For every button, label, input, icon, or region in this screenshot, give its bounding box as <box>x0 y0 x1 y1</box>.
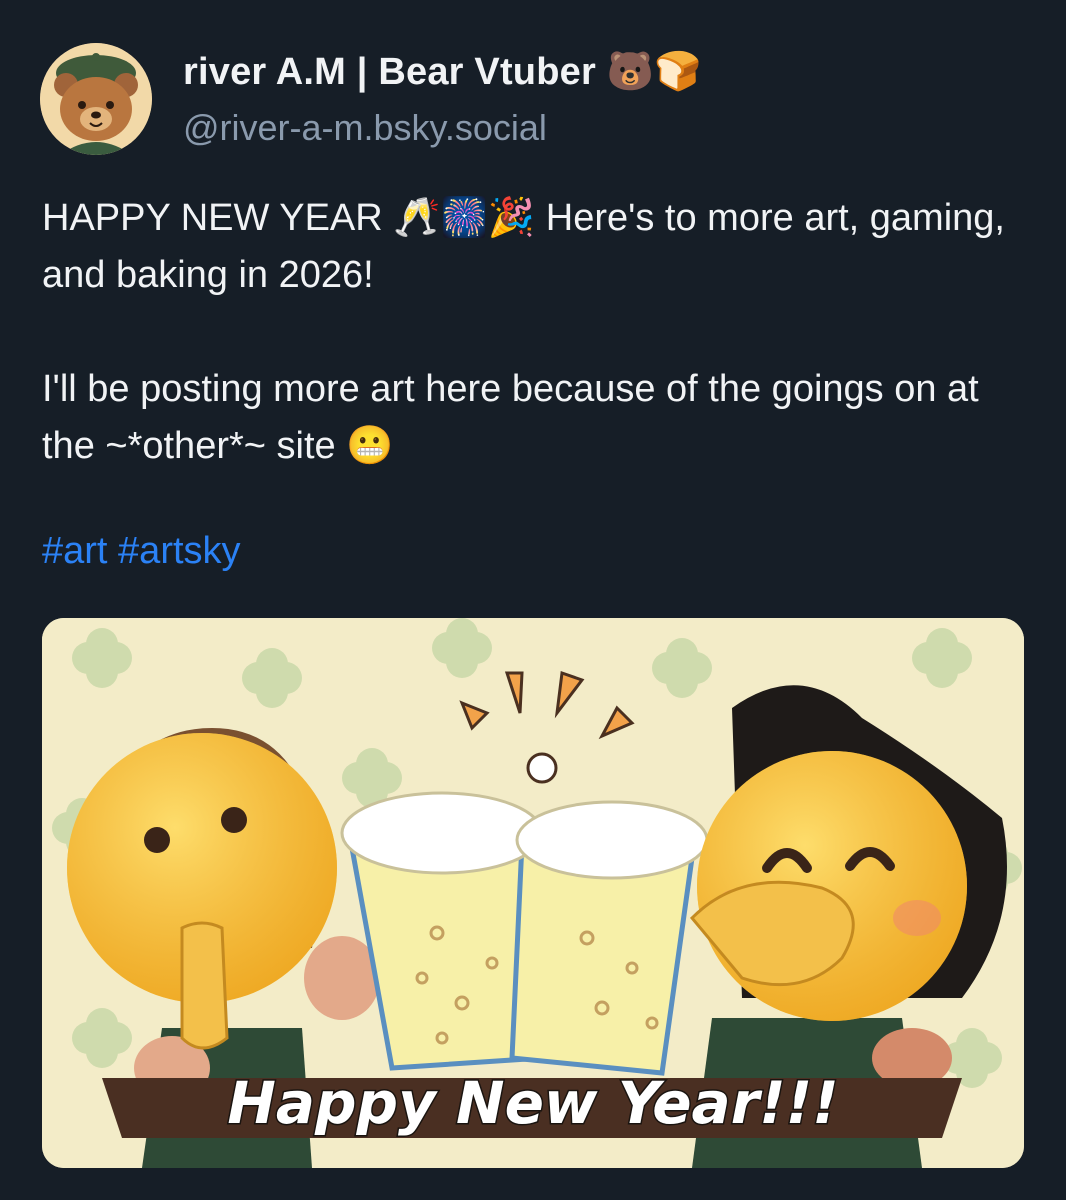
avatar[interactable] <box>40 43 152 155</box>
hashtag-link-artsky[interactable]: #artsky <box>118 530 240 572</box>
post-paragraph: I'll be posting more art here because of… <box>42 368 979 467</box>
post-body: HAPPY NEW YEAR 🥂🎆🎉 Here's to more art, g… <box>42 190 1032 475</box>
hashtag-link-art[interactable]: #art <box>42 530 107 572</box>
post-card: river A.M | Bear Vtuber 🐻🍞 @river-a-m.bs… <box>0 0 1066 1200</box>
post-image[interactable]: Happy New Year!!! <box>42 618 1024 1168</box>
author-handle[interactable]: @river-a-m.bsky.social <box>183 107 547 149</box>
author-display-name[interactable]: river A.M | Bear Vtuber 🐻🍞 <box>183 50 702 94</box>
post-paragraph: HAPPY NEW YEAR 🥂🎆🎉 Here's to more art, g… <box>42 197 1005 296</box>
new-year-illustration: Happy New Year!!! <box>42 618 1024 1168</box>
illustration-caption: Happy New Year!!! <box>227 1069 838 1137</box>
bear-avatar-icon <box>40 43 152 155</box>
hashtag-list: #art #artsky <box>42 530 241 573</box>
